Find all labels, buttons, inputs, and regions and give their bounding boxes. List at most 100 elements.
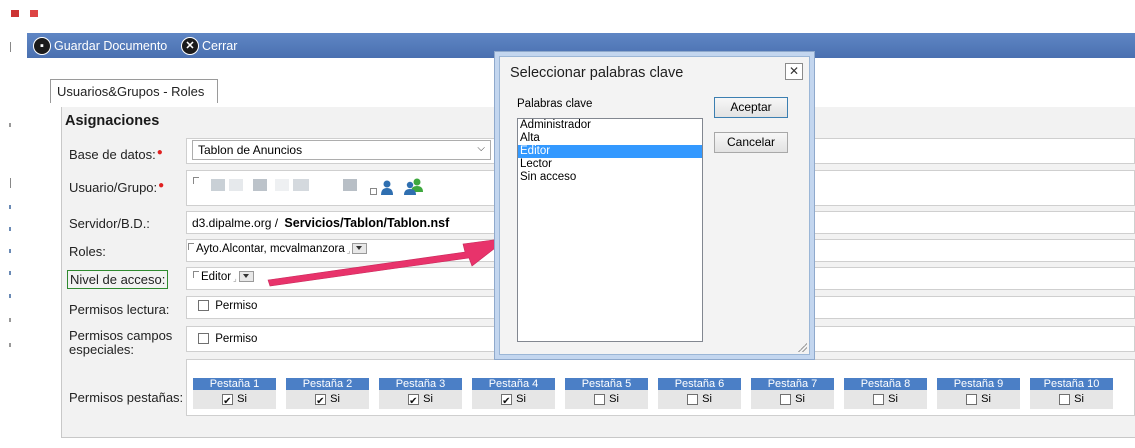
keyword-list-item[interactable]: Alta bbox=[518, 132, 702, 145]
read-permission-checkbox[interactable]: Permiso bbox=[198, 300, 257, 312]
group-icon[interactable] bbox=[404, 178, 424, 198]
tab-permission-header: Pestaña 3 bbox=[379, 378, 463, 390]
tab-permissions-label: Permisos pestañas: bbox=[69, 390, 184, 405]
tab-permission-header: Pestaña 4 bbox=[472, 378, 556, 390]
access-level-label: Nivel de acceso: bbox=[67, 270, 169, 289]
user-icon[interactable] bbox=[380, 180, 394, 199]
checkbox[interactable] bbox=[408, 392, 420, 411]
tab-permission-header: Pestaña 1 bbox=[193, 378, 277, 390]
tab-permission-header: Pestaña 7 bbox=[751, 378, 835, 390]
accept-button[interactable]: Aceptar bbox=[714, 97, 788, 118]
tab-permissions-grid: Pestaña 1SiPestaña 2SiPestaña 3SiPestaña… bbox=[193, 378, 1123, 411]
keyword-list-item[interactable]: Lector bbox=[518, 158, 702, 171]
tab-permission-label: Si bbox=[702, 393, 712, 405]
database-value: Tablon de Anuncios bbox=[198, 143, 303, 157]
redacted-block bbox=[253, 179, 267, 191]
tab-permission-cell[interactable]: Si bbox=[379, 390, 463, 411]
user-group-label: Usuario/Grupo:● bbox=[69, 180, 165, 195]
tab-permission-label: Si bbox=[516, 393, 526, 405]
tab-permission-label: Si bbox=[423, 393, 433, 405]
redacted-block bbox=[229, 179, 243, 191]
access-level-dropdown-button[interactable] bbox=[238, 271, 254, 283]
redacted-block bbox=[343, 179, 357, 191]
checkbox[interactable] bbox=[198, 333, 209, 345]
special-permission-label: Permiso bbox=[215, 333, 258, 345]
tab-permission-cell[interactable]: Si bbox=[937, 390, 1021, 409]
tab-permission-column: Pestaña 9 Si bbox=[937, 378, 1021, 411]
checkbox[interactable] bbox=[687, 393, 699, 405]
close-button[interactable]: ✕ Cerrar bbox=[181, 37, 237, 55]
tab-permission-column: Pestaña 7 Si bbox=[751, 378, 835, 411]
database-label: Base de datos:● bbox=[69, 147, 163, 162]
checkbox[interactable] bbox=[873, 393, 885, 405]
tab-permission-column: Pestaña 1 Si bbox=[193, 378, 277, 411]
tab-permission-cell[interactable]: Si bbox=[193, 390, 277, 411]
server-label: Servidor/B.D.: bbox=[69, 216, 150, 231]
keywords-label: Palabras clave bbox=[517, 98, 593, 110]
checkbox[interactable] bbox=[222, 392, 234, 411]
checkbox[interactable] bbox=[198, 300, 209, 312]
keyword-list-item[interactable]: Administrador bbox=[518, 119, 702, 132]
tab-permission-label: Si bbox=[1074, 393, 1084, 405]
keyword-list-item[interactable]: Sin acceso bbox=[518, 171, 702, 184]
checkbox[interactable] bbox=[1059, 393, 1071, 405]
tab-permission-header: Pestaña 5 bbox=[565, 378, 649, 390]
tab-permission-cell[interactable]: Si bbox=[472, 390, 556, 411]
tab-permission-column: Pestaña 5 Si bbox=[565, 378, 649, 411]
left-gutter bbox=[0, 30, 14, 448]
chevron-down-icon: ⌵ bbox=[477, 143, 485, 154]
tab-permission-column: Pestaña 3 Si bbox=[379, 378, 463, 411]
tab-label: Usuarios&Grupos - Roles bbox=[57, 84, 205, 99]
access-level-value: Editor bbox=[201, 271, 232, 283]
save-document-button[interactable]: ▪ Guardar Documento bbox=[33, 37, 167, 55]
tab-permission-cell[interactable]: Si bbox=[286, 390, 370, 411]
app-icon-2 bbox=[30, 10, 38, 17]
tab-permission-column: Pestaña 2 Si bbox=[286, 378, 370, 411]
tab-permission-header: Pestaña 10 bbox=[1030, 378, 1114, 390]
tab-permission-header: Pestaña 9 bbox=[937, 378, 1021, 390]
tab-users-groups-roles[interactable]: Usuarios&Grupos - Roles bbox=[50, 79, 218, 103]
resize-grip-icon[interactable] bbox=[797, 342, 807, 352]
checkbox[interactable] bbox=[315, 392, 327, 411]
checkbox[interactable] bbox=[966, 393, 978, 405]
checkbox[interactable] bbox=[594, 393, 606, 405]
close-label: Cerrar bbox=[202, 39, 238, 53]
floppy-disk-icon: ▪ bbox=[33, 37, 51, 55]
read-permission-label: Permiso bbox=[215, 300, 258, 312]
dialog-close-button[interactable]: ✕ bbox=[785, 63, 803, 80]
redacted-block bbox=[275, 179, 289, 191]
select-keywords-dialog: Seleccionar palabras clave ✕ Palabras cl… bbox=[499, 56, 810, 355]
annotation-arrow bbox=[267, 237, 510, 287]
tab-permission-column: Pestaña 8 Si bbox=[844, 378, 928, 411]
database-select[interactable]: Tablon de Anuncios ⌵ bbox=[192, 140, 491, 160]
keywords-listbox[interactable]: Administrador Alta Editor Lector Sin acceso bbox=[517, 118, 703, 342]
read-permissions-label: Permisos lectura: bbox=[69, 302, 170, 317]
save-document-label: Guardar Documento bbox=[54, 39, 168, 53]
user-group-field[interactable] bbox=[193, 177, 373, 193]
checkbox[interactable] bbox=[780, 393, 792, 405]
tab-permission-cell[interactable]: Si bbox=[844, 390, 928, 409]
tab-permission-cell[interactable]: Si bbox=[658, 390, 742, 409]
tab-permission-header: Pestaña 8 bbox=[844, 378, 928, 390]
checkbox[interactable] bbox=[501, 392, 513, 411]
tab-permission-label: Si bbox=[237, 393, 247, 405]
keyword-list-item[interactable]: Editor bbox=[518, 145, 702, 158]
tab-permission-header: Pestaña 6 bbox=[658, 378, 742, 390]
app-icon-1 bbox=[11, 10, 19, 17]
tab-permission-cell[interactable]: Si bbox=[1030, 390, 1114, 409]
cancel-button[interactable]: Cancelar bbox=[714, 132, 788, 153]
roles-label: Roles: bbox=[69, 244, 106, 259]
tab-permission-cell[interactable]: Si bbox=[565, 390, 649, 409]
access-level-field[interactable]: Editor ⌟ bbox=[193, 271, 254, 283]
small-button-icon[interactable] bbox=[370, 188, 377, 195]
section-title: Asignaciones bbox=[65, 113, 160, 129]
tab-permission-header: Pestaña 2 bbox=[286, 378, 370, 390]
toolbar: ▪ Guardar Documento ✕ Cerrar bbox=[27, 33, 1135, 58]
tab-permission-label: Si bbox=[888, 393, 898, 405]
special-permissions-label: Permisos campos especiales: bbox=[69, 328, 173, 357]
tab-permission-column: Pestaña 10 Si bbox=[1030, 378, 1114, 411]
tab-permission-label: Si bbox=[330, 393, 340, 405]
tab-permission-cell[interactable]: Si bbox=[751, 390, 835, 409]
tab-permission-column: Pestaña 4 Si bbox=[472, 378, 556, 411]
special-permission-checkbox[interactable]: Permiso bbox=[198, 333, 257, 345]
